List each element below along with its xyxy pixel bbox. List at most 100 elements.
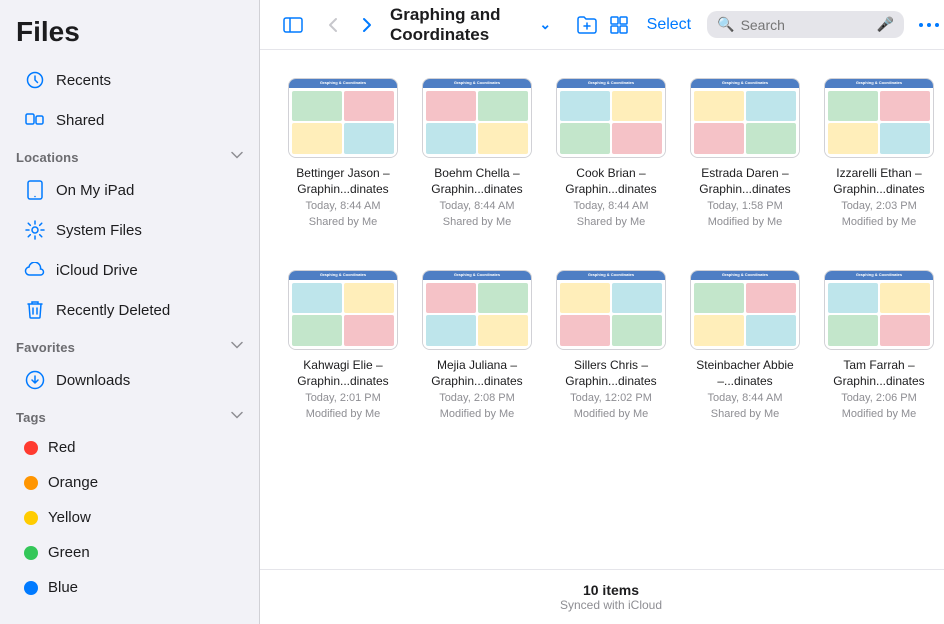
- file-thumbnail: Graphing & Coordinates: [422, 78, 532, 158]
- sidebar-item-tag-green[interactable]: Green: [8, 536, 251, 569]
- locations-chevron: [231, 148, 243, 166]
- file-meta-status: Modified by Me: [842, 215, 917, 230]
- ipad-label: On My iPad: [56, 182, 134, 199]
- sidebar-item-tag-red[interactable]: Red: [8, 431, 251, 464]
- file-meta-date: Today, 2:03 PM: [841, 199, 917, 214]
- file-item[interactable]: Graphing & Coordinates Cook Brian –Graph…: [552, 70, 670, 238]
- file-item[interactable]: Graphing & Coordinates Steinbacher Abbie…: [686, 262, 804, 430]
- search-icon: 🔍: [717, 16, 734, 33]
- file-item[interactable]: Graphing & Coordinates Estrada Daren –Gr…: [686, 70, 804, 238]
- file-name: Bettinger Jason –Graphin...dinates: [296, 166, 389, 197]
- sidebar-item-recently-deleted[interactable]: Recently Deleted: [8, 291, 251, 329]
- folder-title[interactable]: Graphing and Coordinates ⌄: [390, 5, 551, 45]
- file-item[interactable]: Graphing & Coordinates Sillers Chris –Gr…: [552, 262, 670, 430]
- file-item[interactable]: Graphing & Coordinates Boehm Chella –Gra…: [418, 70, 536, 238]
- sidebar-item-downloads[interactable]: Downloads: [8, 361, 251, 399]
- file-grid: Graphing & Coordinates Bettinger Jason –…: [284, 70, 938, 430]
- file-grid-container: Graphing & Coordinates Bettinger Jason –…: [260, 50, 944, 569]
- sidebar-item-tag-orange[interactable]: Orange: [8, 466, 251, 499]
- file-thumbnail: Graphing & Coordinates: [288, 270, 398, 350]
- file-meta-date: Today, 2:01 PM: [305, 391, 381, 406]
- tag-yellow-dot: [24, 511, 38, 525]
- icloud-label: iCloud Drive: [56, 262, 138, 279]
- view-toggle-button[interactable]: [607, 8, 631, 42]
- file-meta-date: Today, 8:44 AM: [305, 199, 380, 214]
- locations-section[interactable]: Locations: [0, 140, 259, 170]
- tags-section[interactable]: Tags: [0, 400, 259, 430]
- file-thumbnail: Graphing & Coordinates: [690, 270, 800, 350]
- recently-deleted-label: Recently Deleted: [56, 302, 170, 319]
- file-meta-status: Shared by Me: [309, 215, 377, 230]
- select-button[interactable]: Select: [639, 12, 699, 38]
- sidebar-item-shared[interactable]: Shared: [8, 101, 251, 139]
- file-meta-date: Today, 8:44 AM: [439, 199, 514, 214]
- file-meta-status: Modified by Me: [708, 215, 783, 230]
- tag-orange-label: Orange: [48, 474, 98, 491]
- file-thumbnail: Graphing & Coordinates: [824, 270, 934, 350]
- tag-red-label: Red: [48, 439, 76, 456]
- downloads-label: Downloads: [56, 372, 130, 389]
- sidebar-item-recents[interactable]: Recents: [8, 61, 251, 99]
- favorites-section[interactable]: Favorites: [0, 330, 259, 360]
- sidebar-item-tag-yellow[interactable]: Yellow: [8, 501, 251, 534]
- file-meta-status: Shared by Me: [443, 215, 511, 230]
- file-item[interactable]: Graphing & Coordinates Mejia Juliana –Gr…: [418, 262, 536, 430]
- ipad-icon: [24, 179, 46, 201]
- file-item[interactable]: Graphing & Coordinates Izzarelli Ethan –…: [820, 70, 938, 238]
- sidebar-item-system-files[interactable]: System Files: [8, 211, 251, 249]
- file-meta-status: Modified by Me: [574, 407, 649, 422]
- file-item[interactable]: Graphing & Coordinates Bettinger Jason –…: [284, 70, 402, 238]
- file-name: Boehm Chella –Graphin...dinates: [431, 166, 522, 197]
- favorites-chevron: [231, 338, 243, 356]
- file-meta-status: Modified by Me: [440, 407, 515, 422]
- recents-label: Recents: [56, 72, 111, 89]
- file-meta-status: Modified by Me: [842, 407, 917, 422]
- file-name: Izzarelli Ethan –Graphin...dinates: [833, 166, 924, 197]
- shared-icon: [24, 109, 46, 131]
- nav-buttons: [318, 10, 382, 40]
- microphone-icon[interactable]: 🎤: [877, 16, 894, 33]
- system-files-label: System Files: [56, 222, 142, 239]
- file-meta-date: Today, 12:02 PM: [570, 391, 652, 406]
- sidebar-item-ipad[interactable]: On My iPad: [8, 171, 251, 209]
- locations-label: Locations: [16, 150, 79, 165]
- trash-icon: [24, 299, 46, 321]
- shared-label: Shared: [56, 112, 104, 129]
- back-button[interactable]: [318, 10, 348, 40]
- file-thumbnail: Graphing & Coordinates: [288, 78, 398, 158]
- file-meta-status: Shared by Me: [577, 215, 645, 230]
- search-input[interactable]: [741, 17, 871, 33]
- file-item[interactable]: Graphing & Coordinates Kahwagi Elie –Gra…: [284, 262, 402, 430]
- tag-red-dot: [24, 441, 38, 455]
- tag-yellow-label: Yellow: [48, 509, 91, 526]
- sync-status: Synced with iCloud: [272, 598, 944, 612]
- file-item[interactable]: Graphing & Coordinates Tam Farrah –Graph…: [820, 262, 938, 430]
- file-name: Estrada Daren –Graphin...dinates: [699, 166, 790, 197]
- file-thumbnail: Graphing & Coordinates: [824, 78, 934, 158]
- tags-label: Tags: [16, 410, 46, 425]
- tag-green-label: Green: [48, 544, 90, 561]
- downloads-icon: [24, 369, 46, 391]
- system-files-icon: [24, 219, 46, 241]
- file-name: Mejia Juliana –Graphin...dinates: [431, 358, 522, 389]
- file-thumbnail: Graphing & Coordinates: [556, 78, 666, 158]
- file-thumbnail: Graphing & Coordinates: [690, 78, 800, 158]
- forward-button[interactable]: [352, 10, 382, 40]
- new-folder-button[interactable]: [575, 8, 599, 42]
- app-title: Files: [0, 16, 259, 60]
- recents-icon: [24, 69, 46, 91]
- file-thumbnail: Graphing & Coordinates: [556, 270, 666, 350]
- file-meta-status: Shared by Me: [711, 407, 779, 422]
- sidebar-toggle-button[interactable]: [276, 8, 310, 42]
- more-button[interactable]: [912, 8, 944, 42]
- file-meta-date: Today, 2:08 PM: [439, 391, 515, 406]
- file-name: Sillers Chris –Graphin...dinates: [565, 358, 656, 389]
- file-name: Steinbacher Abbie –...dinates: [690, 358, 800, 389]
- file-name: Tam Farrah –Graphin...dinates: [833, 358, 924, 389]
- sidebar-item-icloud[interactable]: iCloud Drive: [8, 251, 251, 289]
- tags-chevron: [231, 408, 243, 426]
- search-bar: 🔍 🎤: [707, 11, 904, 38]
- file-meta-date: Today, 2:06 PM: [841, 391, 917, 406]
- sidebar-item-tag-blue[interactable]: Blue: [8, 571, 251, 604]
- favorites-label: Favorites: [16, 340, 75, 355]
